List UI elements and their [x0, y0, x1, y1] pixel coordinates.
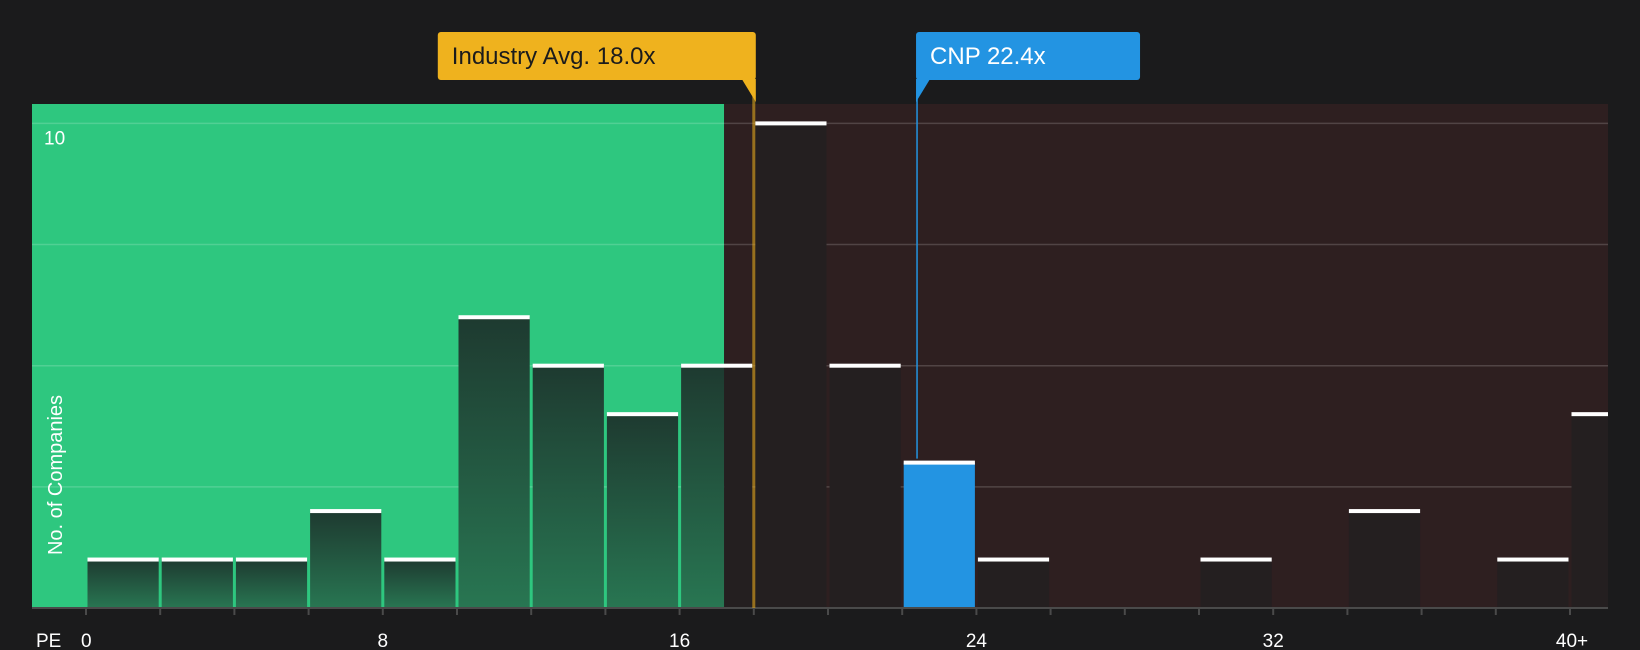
- bar: [310, 511, 382, 608]
- y-axis-label: No. of Companies: [45, 395, 67, 555]
- bar-top-marker: [458, 315, 530, 320]
- bar-top-marker: [1497, 557, 1569, 562]
- bar: [829, 365, 901, 608]
- bar-top-marker: [681, 363, 753, 368]
- pe-ratio-histogram: 10 0 8 16 24 32 40+ Industry Avg. 18.0x CNP 22…: [32, 32, 1608, 650]
- bar: [1200, 559, 1272, 608]
- bar-top-marker: [606, 412, 679, 417]
- bar: [755, 123, 827, 608]
- bar: [1348, 511, 1421, 608]
- bar: [903, 462, 975, 608]
- marker-label: Industry Avg. 18.0x: [452, 43, 656, 70]
- bar-top-marker: [384, 557, 456, 562]
- bar-top-marker: [903, 460, 975, 465]
- marker-label: CNP 22.4x: [930, 43, 1046, 70]
- bar-top-marker: [532, 363, 604, 368]
- x-tick-label: 40+: [1556, 631, 1588, 650]
- bar: [724, 365, 753, 608]
- bar-top-marker: [755, 121, 827, 126]
- marker-pointer: [916, 79, 931, 102]
- bar-top-marker: [1571, 412, 1608, 417]
- bar-top-marker: [977, 557, 1050, 562]
- bar: [532, 365, 604, 608]
- x-tick-label: 8: [378, 631, 389, 650]
- bar: [977, 559, 1050, 608]
- bar: [235, 559, 308, 608]
- bar-top-marker: [829, 363, 901, 368]
- bar: [87, 559, 159, 608]
- x-tick-label: 24: [966, 631, 988, 650]
- bar: [1571, 414, 1608, 608]
- bar: [606, 414, 679, 608]
- bar: [161, 559, 233, 608]
- y-tick-label: 10: [44, 128, 65, 149]
- bar-top-marker: [1200, 557, 1272, 562]
- bar: [458, 317, 530, 608]
- x-tick-label: 0: [81, 631, 92, 650]
- bar: [681, 365, 725, 608]
- bar-top-marker: [235, 557, 308, 562]
- bar-top-marker: [87, 557, 159, 562]
- bar: [1497, 559, 1569, 608]
- bar: [384, 559, 456, 608]
- bar-top-marker: [310, 509, 382, 514]
- x-axis-label: PE: [36, 631, 61, 650]
- marker-pointer: [741, 79, 756, 102]
- x-tick-label: 16: [669, 631, 690, 650]
- bar-top-marker: [1348, 509, 1421, 514]
- bar-top-marker: [161, 557, 233, 562]
- x-tick-label: 32: [1263, 631, 1284, 650]
